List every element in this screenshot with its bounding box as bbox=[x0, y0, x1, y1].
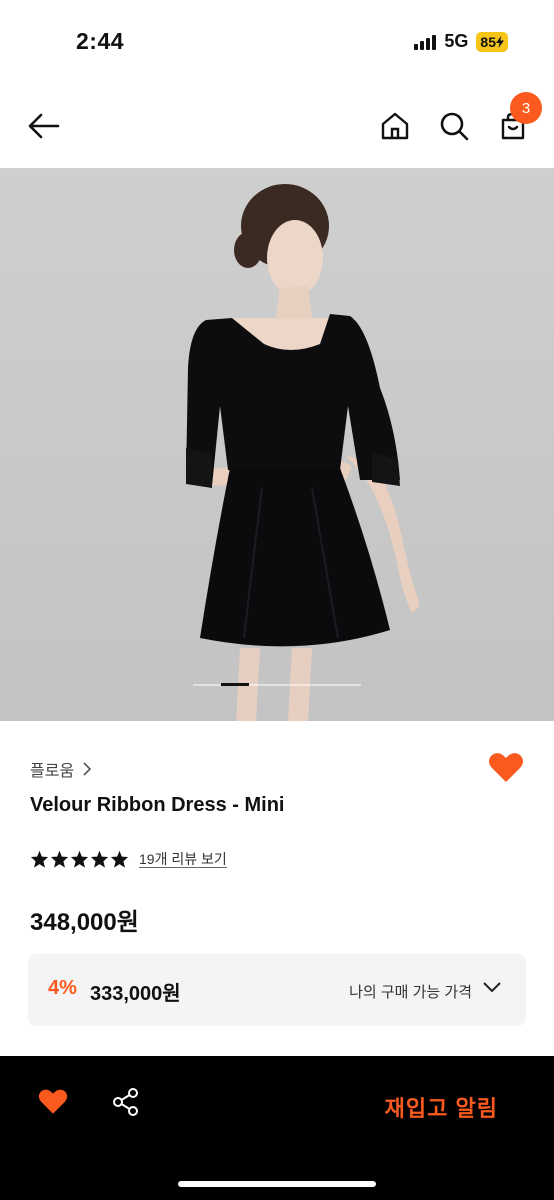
search-icon bbox=[440, 112, 469, 141]
product-price: 348,000원 bbox=[30, 909, 139, 936]
brand-name: 플로움 bbox=[30, 763, 75, 780]
chevron-down-icon bbox=[483, 982, 501, 993]
brand-link[interactable]: 플로움 bbox=[30, 757, 92, 781]
signal-icon bbox=[414, 34, 437, 50]
status-time: 2:44 bbox=[76, 28, 125, 54]
bottom-action-bar: 재입고 알림 bbox=[0, 1056, 554, 1200]
star-icon bbox=[30, 850, 49, 868]
battery-icon: 85 bbox=[476, 31, 508, 52]
rating-row: 19개 리뷰 보기 bbox=[30, 850, 227, 868]
charging-bolt-icon bbox=[496, 35, 504, 48]
gallery-page-indicator bbox=[193, 683, 361, 686]
member-price-panel[interactable]: 4% 333,000원 나의 구매 가능 가격 bbox=[28, 954, 526, 1026]
top-nav bbox=[0, 84, 554, 168]
battery-level: 85 bbox=[480, 33, 496, 50]
star-icon bbox=[50, 850, 69, 868]
star-icon bbox=[110, 850, 129, 868]
star-icon bbox=[70, 850, 89, 868]
discount-rate: 4% bbox=[48, 977, 77, 999]
restock-alert-button[interactable]: 재입고 알림 bbox=[385, 1091, 498, 1123]
home-button[interactable] bbox=[377, 108, 413, 144]
member-price-label: 나의 구매 가능 가격 bbox=[349, 984, 472, 1001]
share-button[interactable] bbox=[110, 1086, 142, 1123]
product-title: Velour Ribbon Dress - Mini bbox=[30, 794, 285, 816]
status-indicators: 5G 85 bbox=[414, 31, 508, 52]
member-price-amount: 333,000원 bbox=[90, 983, 181, 1005]
home-indicator bbox=[178, 1181, 376, 1187]
heart-icon bbox=[38, 1089, 68, 1114]
bottom-wishlist-button[interactable] bbox=[38, 1088, 68, 1121]
home-icon bbox=[381, 112, 409, 140]
share-icon bbox=[113, 1088, 138, 1116]
network-label: 5G bbox=[444, 31, 469, 51]
heart-icon bbox=[489, 753, 523, 782]
gallery-active-dot bbox=[221, 683, 249, 686]
cart-count-badge: 3 bbox=[510, 92, 542, 124]
chevron-right-icon bbox=[83, 762, 92, 776]
review-link[interactable]: 19개 리뷰 보기 bbox=[139, 851, 227, 868]
back-button[interactable] bbox=[26, 108, 62, 144]
rating-stars bbox=[30, 850, 129, 868]
product-photo bbox=[0, 168, 554, 721]
product-image-gallery[interactable] bbox=[0, 168, 554, 721]
star-icon bbox=[90, 850, 109, 868]
arrow-left-icon bbox=[28, 113, 60, 139]
status-bar: 2:44 5G 85 bbox=[0, 0, 554, 84]
search-button[interactable] bbox=[436, 108, 472, 144]
wishlist-button[interactable] bbox=[488, 752, 524, 789]
